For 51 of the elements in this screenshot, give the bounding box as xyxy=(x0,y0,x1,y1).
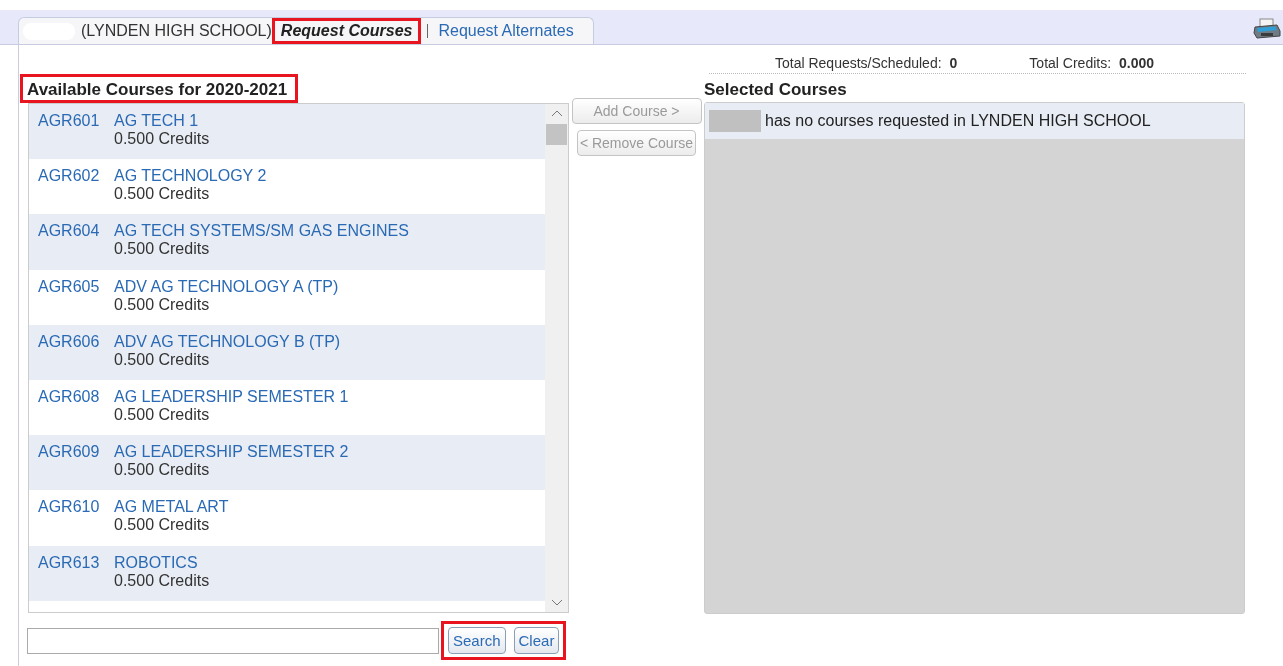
school-label: (LYNDEN HIGH SCHOOL) xyxy=(81,22,272,40)
course-credits: 0.500 Credits xyxy=(114,350,211,369)
total-label: Total Requests/Scheduled: xyxy=(775,55,942,71)
course-code: AGR602 xyxy=(38,167,101,187)
course-title: AG METAL ART xyxy=(114,498,229,517)
scroll-up-icon[interactable] xyxy=(550,109,563,117)
course-credits: 0.500 Credits xyxy=(114,295,211,314)
course-row[interactable]: AGR601 AG TECH 1 0.500 Credits xyxy=(29,104,545,160)
course-row[interactable]: AGR613 ROBOTICS 0.500 Credits xyxy=(29,545,545,601)
course-credits: 0.500 Credits xyxy=(114,130,210,148)
scroll-down-icon[interactable] xyxy=(550,599,563,607)
course-credits: 0.500 Credits xyxy=(114,185,211,204)
total-value: 0 xyxy=(949,55,958,71)
course-code: AGR605 xyxy=(38,277,101,297)
search-field[interactable] xyxy=(27,627,439,654)
total-value: 0.000 xyxy=(1119,55,1155,71)
course-code: AGR613 xyxy=(38,553,101,573)
section-heading: Available Courses for 2020-2021 xyxy=(27,80,288,100)
tab[interactable]: Request Courses xyxy=(274,21,419,41)
course-credits: 0.500 Credits xyxy=(114,405,211,424)
course-row[interactable]: AGR606 ADV AG TECHNOLOGY B (TP) 0.500 Credits xyxy=(29,324,545,380)
course-code: AGR604 xyxy=(38,222,101,242)
course-code: AGR609 xyxy=(38,443,101,463)
search-button[interactable]: Clear xyxy=(513,627,560,654)
course-title: ADV AG TECHNOLOGY B (TP) xyxy=(114,332,341,351)
course-credits: 0.500 Credits xyxy=(114,516,211,535)
printer-icon[interactable] xyxy=(1253,18,1281,40)
course-title: AG TECH SYSTEMS/SM GAS ENGINES xyxy=(114,222,409,241)
total-label: Total Credits: xyxy=(1029,55,1112,71)
course-credits: 0.500 Credits xyxy=(114,240,211,259)
course-title: AG TECHNOLOGY 2 xyxy=(114,167,267,186)
course-credits: 0.500 Credits xyxy=(114,571,210,590)
scrollbar[interactable] xyxy=(545,104,568,612)
course-code: AGR608 xyxy=(38,387,101,407)
course-title: AG LEADERSHIP SEMESTER 1 xyxy=(114,387,349,406)
scroll-thumb[interactable] xyxy=(546,124,567,145)
course-code: AGR610 xyxy=(38,498,101,518)
course-code: AGR606 xyxy=(38,332,101,352)
tab[interactable]: Request Alternates xyxy=(436,22,576,40)
course-code: AGR601 xyxy=(38,112,101,131)
course-title: ADV AG TECHNOLOGY A (TP) xyxy=(114,277,339,296)
course-credits: 0.500 Credits xyxy=(114,461,211,480)
search-button[interactable]: Search xyxy=(448,627,506,654)
course-row[interactable]: AGR604 AG TECH SYSTEMS/SM GAS ENGINES 0.500 Credits xyxy=(29,214,545,270)
empty-message: has no courses requested in LYNDEN HIGH SCHOOL xyxy=(765,112,1151,130)
course-title: AG LEADERSHIP SEMESTER 2 xyxy=(114,443,349,462)
redaction-mark xyxy=(709,110,761,132)
course-row[interactable]: AGR609 AG LEADERSHIP SEMESTER 2 0.500 Credits xyxy=(29,435,545,491)
section-heading: Selected Courses xyxy=(704,79,848,100)
course-title: ROBOTICS xyxy=(114,553,199,572)
course-title: AG TECH 1 xyxy=(114,112,200,130)
